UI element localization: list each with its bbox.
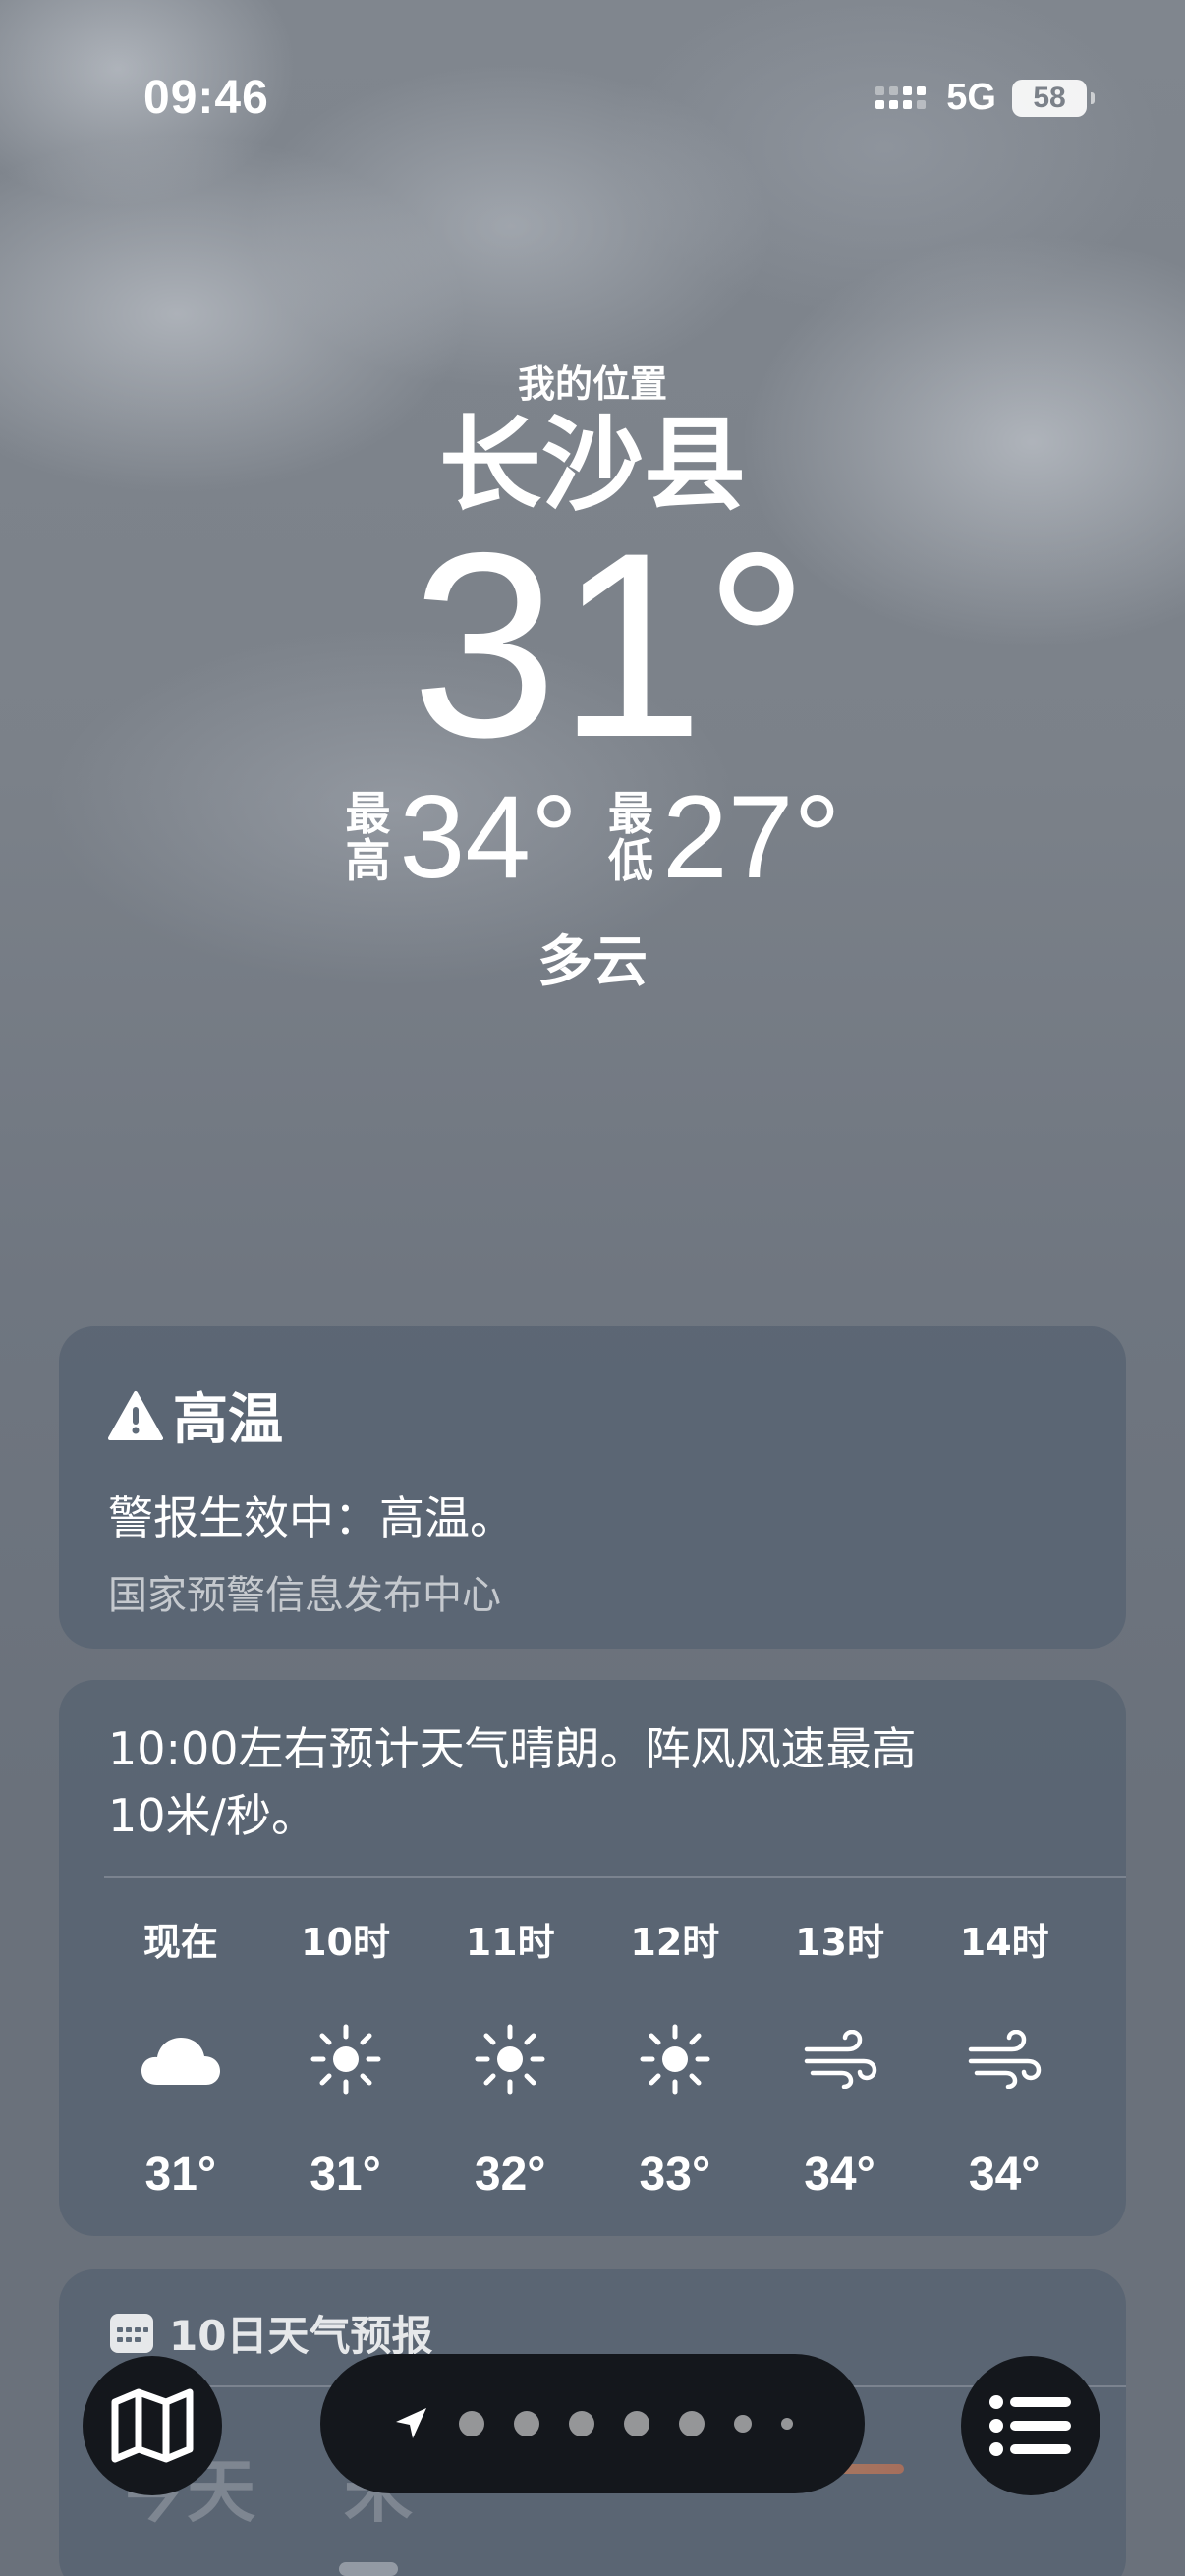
hour-label: 10时 — [301, 1921, 390, 1964]
hour-item: 13时 34° — [758, 1912, 923, 2202]
hourly-summary-line1: 10:00左右预计天气晴朗。阵风风速最高 — [108, 1722, 917, 1775]
divider — [104, 1876, 1126, 1878]
hour-label: 现在 — [142, 1921, 218, 1964]
hour-label: 11时 — [465, 1921, 555, 1964]
page-dot[interactable] — [734, 2415, 752, 2433]
hour-temp: 31° — [310, 2149, 381, 2201]
map-button[interactable] — [83, 2356, 222, 2495]
sun-icon — [473, 1971, 547, 2148]
map-icon — [111, 2388, 194, 2463]
warning-icon — [108, 1390, 163, 1440]
my-location-label: 我的位置 — [517, 363, 667, 406]
high-temp: 最高 34° — [345, 778, 578, 896]
hourly-summary: 10:00左右预计天气晴朗。阵风风速最高 10米/秒。 — [59, 1680, 1126, 1876]
page-dot[interactable] — [569, 2411, 594, 2436]
sun-icon — [309, 1971, 383, 2148]
condition-text: 多云 — [537, 930, 648, 995]
cloud-icon — [140, 1971, 222, 2148]
hour-item: 14时 34° — [922, 1912, 1087, 2202]
hour-temp: 32° — [474, 2149, 546, 2201]
current-temperature: 31° — [411, 497, 810, 793]
hour-item: 10时 31° — [263, 1912, 428, 2202]
hour-label: 13时 — [795, 1921, 884, 1964]
alert-title: 高温 — [173, 1388, 283, 1452]
hour-temp: 31° — [144, 2149, 217, 2201]
page-dot[interactable] — [679, 2411, 705, 2436]
scroll-hint — [339, 2562, 398, 2576]
hourly-forecast-card[interactable]: 10:00左右预计天气晴朗。阵风风速最高 10米/秒。 现在 31° 10时 3… — [59, 1680, 1126, 2236]
page-indicator[interactable] — [320, 2354, 865, 2493]
page-dot[interactable] — [459, 2411, 484, 2436]
list-icon — [989, 2395, 1071, 2456]
hour-temp: 33° — [639, 2149, 711, 2201]
page-dot[interactable] — [624, 2411, 649, 2436]
hour-item: 12时 33° — [592, 1912, 758, 2202]
hour-item: 11时 32° — [427, 1912, 592, 2202]
alert-card[interactable]: 高温 警报生效中：高温。 国家预警信息发布中心 — [59, 1326, 1126, 1649]
hour-temp: 34° — [968, 2149, 1041, 2201]
alert-source: 国家预警信息发布中心 — [108, 1573, 501, 1618]
wind-icon — [967, 1971, 1042, 2148]
location-list-button[interactable] — [961, 2356, 1100, 2495]
sun-icon — [638, 1971, 712, 2148]
calendar-icon — [110, 2313, 153, 2353]
battery-level: 58 — [1033, 81, 1066, 114]
hour-temp: 34° — [804, 2149, 875, 2201]
alert-text: 警报生效中：高温。 — [108, 1491, 515, 1544]
hour-label: 12时 — [630, 1921, 720, 1964]
wind-icon — [803, 1971, 877, 2148]
hourly-list[interactable]: 现在 31° 10时 31° 11时 32° 12时 33° 13时 34° 1… — [98, 1912, 1087, 2202]
low-label: 最低 — [608, 786, 653, 888]
high-low-row: 最高 34° 最低 27° — [0, 778, 1185, 896]
signal-icon — [875, 86, 931, 109]
status-time: 09:46 — [143, 72, 269, 124]
page-dot[interactable] — [781, 2418, 793, 2430]
battery-icon: 58 — [1012, 79, 1095, 117]
weather-header: 我的位置 长沙县 31° 最高 34° 最低 27° 多云 — [0, 354, 1185, 997]
low-temp: 最低 27° — [607, 778, 840, 896]
hour-item: 现在 31° — [98, 1912, 263, 2202]
high-value: 34° — [399, 771, 578, 904]
alert-title-row: 高温 — [108, 1375, 1077, 1455]
hourly-summary-line2: 10米/秒。 — [108, 1789, 317, 1842]
status-indicators: 5G 58 — [875, 77, 1095, 119]
low-value: 27° — [662, 771, 841, 904]
location-arrow-icon — [396, 2408, 426, 2438]
page-dot[interactable] — [514, 2411, 539, 2436]
high-label: 最高 — [345, 786, 391, 888]
hour-label: 14时 — [959, 1921, 1049, 1964]
network-type: 5G — [946, 77, 996, 118]
